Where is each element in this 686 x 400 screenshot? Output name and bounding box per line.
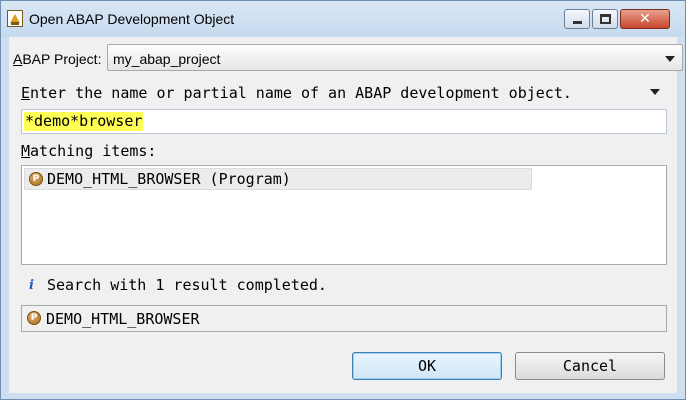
matching-items-list[interactable]: P DEMO_HTML_BROWSER (Program) [21,165,667,265]
maximize-icon [600,14,611,24]
history-dropdown-icon[interactable] [650,89,660,95]
search-input-value: *demo*browser [24,112,144,131]
search-status-text: Search with 1 result completed. [47,276,327,294]
ok-button[interactable]: OK [352,352,502,380]
maximize-button[interactable] [592,9,618,29]
selected-object-text: DEMO_HTML_BROWSER [46,310,200,328]
program-icon: P [29,172,43,186]
window-title: Open ABAP Development Object [29,11,235,27]
info-icon: i [29,278,34,293]
abap-project-select[interactable]: my_abap_project [107,44,683,71]
close-button[interactable]: ✕ [620,9,670,29]
selected-object-field: P DEMO_HTML_BROWSER [21,305,667,332]
cancel-button[interactable]: Cancel [515,352,665,380]
list-item-label: DEMO_HTML_BROWSER (Program) [47,170,291,188]
close-icon: ✕ [639,11,651,27]
dialog-window: Open ABAP Development Object ✕ ABAP Proj… [0,0,686,400]
matching-items-label: Matching items: [21,142,157,160]
program-icon: P [27,311,41,325]
minimize-button[interactable] [564,9,590,29]
abap-project-value: my_abap_project [113,51,221,67]
search-prompt: Enter the name or partial name of an ABA… [21,84,572,102]
list-item[interactable]: P DEMO_HTML_BROWSER (Program) [24,168,532,190]
chevron-down-icon [665,56,675,62]
dialog-body: ABAP Project: my_abap_project Enter the … [9,37,683,393]
abap-project-label: ABAP Project: [13,51,102,67]
search-input[interactable]: *demo*browser [21,109,667,134]
title-bar[interactable]: Open ABAP Development Object ✕ [1,1,685,37]
abap-app-icon [7,10,23,27]
minimize-icon [573,21,582,24]
